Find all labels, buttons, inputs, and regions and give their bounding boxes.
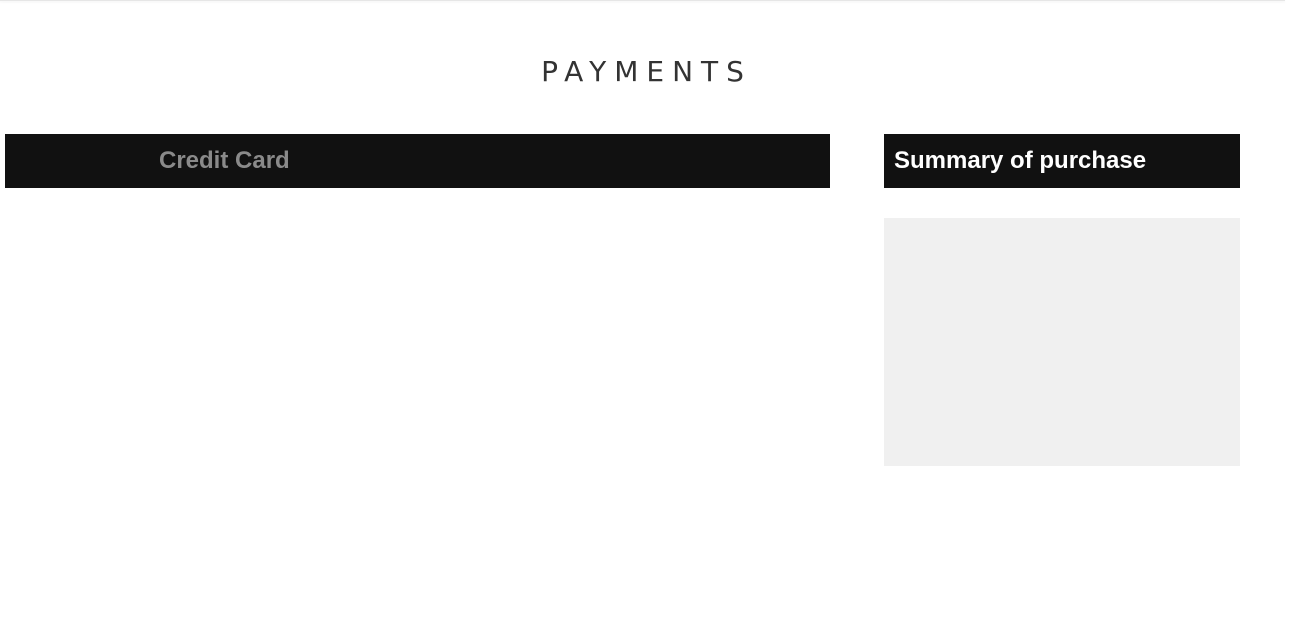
- summary-header: Summary of purchase: [884, 134, 1240, 188]
- header-divider: [0, 0, 1285, 1]
- tab-credit-card[interactable]: Credit Card: [159, 134, 290, 188]
- page-title: PAYMENTS: [541, 55, 752, 88]
- summary-panel: [884, 218, 1240, 466]
- payment-method-tab-bar: Credit Card: [5, 134, 830, 188]
- summary-title: Summary of purchase: [894, 147, 1147, 174]
